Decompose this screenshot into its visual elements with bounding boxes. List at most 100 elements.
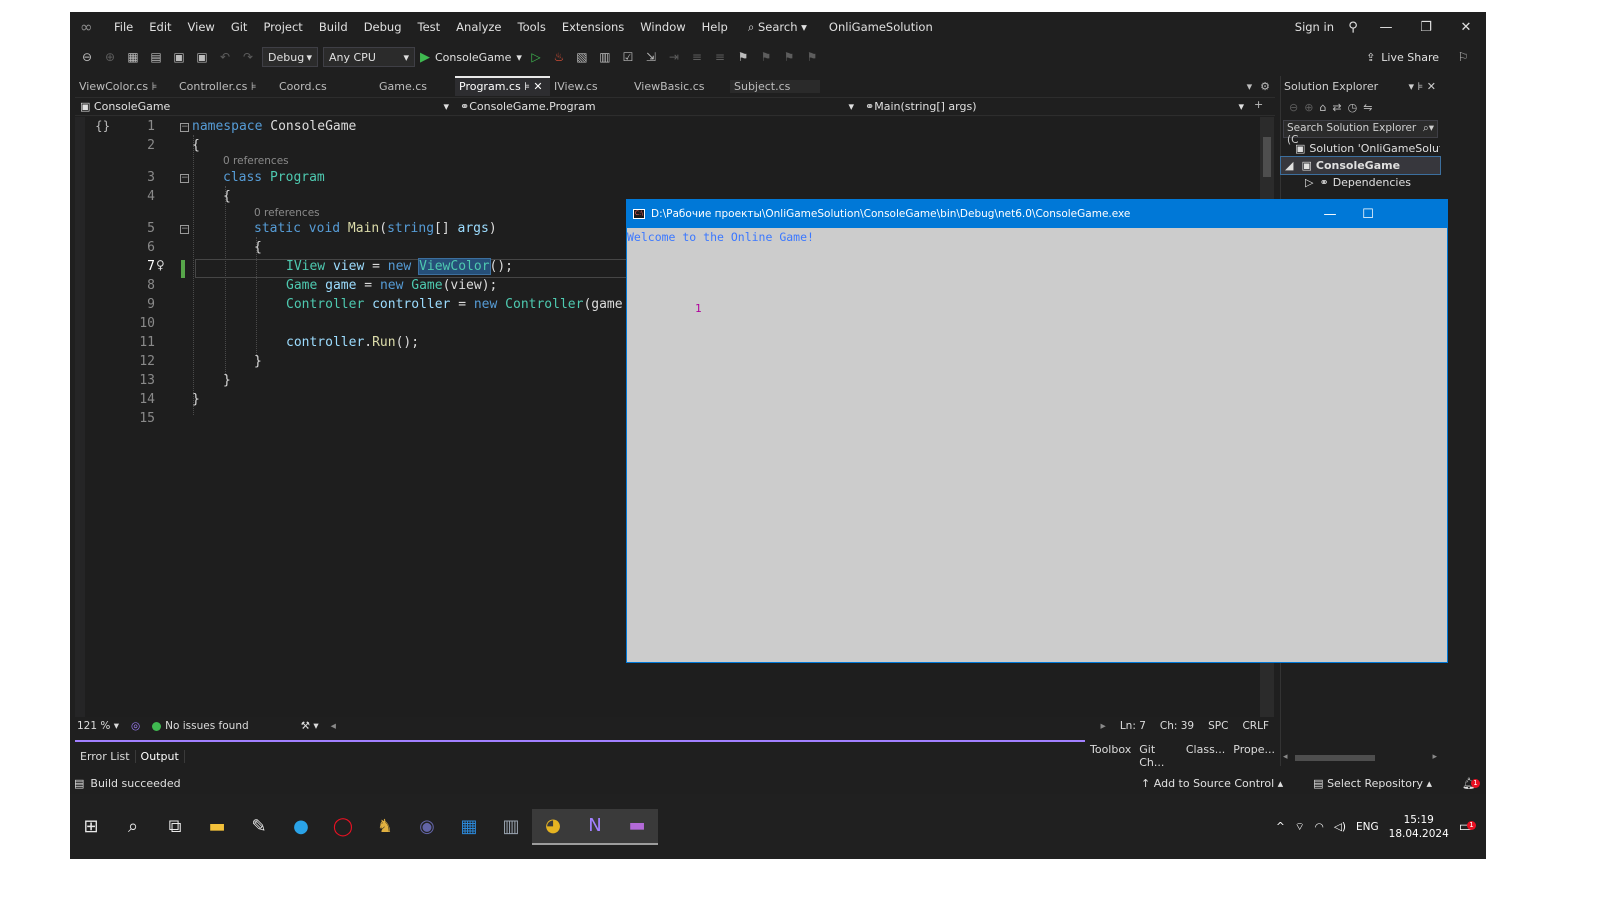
- navigate-back-icon[interactable]: ⊖: [78, 50, 96, 64]
- collapse-icon[interactable]: −: [180, 123, 189, 132]
- menu-git[interactable]: Git: [223, 20, 256, 34]
- collapse-icon[interactable]: −: [180, 174, 189, 183]
- console-title-bar[interactable]: C:\ D:\Рабочие проекты\OnliGameSolution\…: [627, 200, 1447, 228]
- menu-analyze[interactable]: Analyze: [448, 20, 509, 34]
- zoom-level[interactable]: 121 % ▾: [77, 720, 119, 732]
- tab-properties[interactable]: Prope...: [1233, 743, 1275, 769]
- scroll-right-icon[interactable]: ▸: [1432, 752, 1437, 762]
- collapsed-arrow-icon[interactable]: ▷: [1305, 176, 1313, 189]
- line-indicator[interactable]: Ln: 7: [1120, 720, 1146, 732]
- line-ending-indicator[interactable]: CRLF: [1242, 720, 1269, 732]
- close-button[interactable]: ✕: [1446, 20, 1486, 35]
- scrollbar-thumb[interactable]: [1295, 755, 1375, 761]
- dev-app-icon[interactable]: ✎: [238, 809, 280, 845]
- codelens-references[interactable]: 0 references: [223, 155, 289, 167]
- hot-reload-icon[interactable]: ♨: [550, 50, 568, 64]
- type-dropdown[interactable]: ⚭ConsoleGame.Program ▾: [455, 98, 860, 115]
- menu-file[interactable]: File: [106, 20, 141, 34]
- pin-icon[interactable]: ⊧: [152, 80, 158, 93]
- visual-studio-icon[interactable]: N: [574, 808, 616, 845]
- settings-gear-icon[interactable]: ⚙: [1260, 80, 1270, 93]
- save-icon[interactable]: ▣: [170, 50, 188, 64]
- solution-explorer-hscroll[interactable]: ◂ ▸: [1281, 752, 1439, 764]
- sync-icon[interactable]: ⇋: [1363, 101, 1372, 114]
- bookmark-prev-icon[interactable]: ⚑: [757, 50, 775, 64]
- save-all-icon[interactable]: ▣: [193, 50, 211, 64]
- close-tab-icon[interactable]: ✕: [533, 80, 542, 93]
- undo-icon[interactable]: ↶: [216, 50, 234, 64]
- opera-icon[interactable]: ◯: [322, 809, 364, 845]
- edge-icon[interactable]: ●: [280, 809, 322, 845]
- tab-output[interactable]: Output: [136, 749, 185, 763]
- solution-explorer-search-input[interactable]: Search Solution Explorer (C ⌕▾: [1283, 120, 1438, 146]
- new-project-icon[interactable]: ▦: [124, 50, 142, 64]
- tab-program[interactable]: Program.cs ⊧ ✕: [455, 76, 550, 96]
- cleanup-icon[interactable]: ⚒ ▾: [301, 720, 319, 732]
- wifi-icon[interactable]: ◠: [1315, 821, 1324, 833]
- chrome-icon[interactable]: ◕: [532, 808, 574, 845]
- calendar-icon[interactable]: ▦: [448, 809, 490, 845]
- pin-icon[interactable]: ⊧: [251, 80, 257, 93]
- pin-icon[interactable]: ⊧: [1418, 80, 1424, 93]
- clock[interactable]: 15:19 18.04.2024: [1389, 813, 1449, 841]
- tab-viewbasic[interactable]: ViewBasic.cs: [630, 80, 730, 93]
- tab-coord[interactable]: Coord.cs: [275, 80, 375, 93]
- menu-edit[interactable]: Edit: [141, 20, 179, 34]
- file-explorer-icon[interactable]: ▬: [196, 809, 238, 845]
- maximize-button[interactable]: ☐: [1349, 207, 1387, 222]
- tab-git-changes[interactable]: Git Ch...: [1139, 743, 1178, 769]
- menu-tools[interactable]: Tools: [510, 20, 554, 34]
- select-repository-button[interactable]: ▤ Select Repository ▴: [1313, 777, 1432, 790]
- scroll-left-icon[interactable]: ◂: [331, 720, 336, 732]
- task-view-icon[interactable]: ⧉: [154, 809, 196, 845]
- menu-help[interactable]: Help: [694, 20, 736, 34]
- tree-item-solution[interactable]: ▣ Solution 'OnliGameSolution': [1281, 140, 1440, 157]
- tab-error-list[interactable]: Error List: [75, 749, 136, 763]
- step-icon[interactable]: ⇲: [642, 50, 660, 64]
- bookmark-icon[interactable]: ⚑: [734, 50, 752, 64]
- whitespace-indicator[interactable]: SPC: [1208, 720, 1228, 732]
- comment-icon[interactable]: ≡: [688, 50, 706, 64]
- volume-icon[interactable]: ◁): [1334, 821, 1346, 833]
- show-hidden-icons-icon[interactable]: ^: [1276, 821, 1285, 833]
- feedback-icon[interactable]: ⚐: [1454, 50, 1472, 64]
- switch-views-icon[interactable]: ⇄: [1332, 101, 1341, 114]
- menu-view[interactable]: View: [180, 20, 223, 34]
- sign-in-link[interactable]: Sign in: [1289, 20, 1340, 34]
- console-window[interactable]: C:\ D:\Рабочие проекты\OnliGameSolution\…: [626, 199, 1448, 663]
- back-icon[interactable]: ⊖: [1289, 101, 1298, 114]
- tab-iview[interactable]: IView.cs: [550, 80, 630, 93]
- tree-item-project[interactable]: ◢ ▣ ConsoleGame: [1280, 156, 1441, 175]
- search-icon[interactable]: ⌕: [112, 809, 154, 845]
- issues-indicator[interactable]: No issues found: [152, 720, 249, 732]
- start-debugging-button[interactable]: ▶ ConsoleGame ▾: [420, 50, 522, 65]
- chevron-down-icon[interactable]: ▾: [1409, 80, 1415, 93]
- teams-icon[interactable]: ◉: [406, 809, 448, 845]
- tree-item-dependencies[interactable]: ▷ ⚭ Dependencies: [1281, 174, 1440, 191]
- game-app-icon[interactable]: ♞: [364, 809, 406, 845]
- forward-icon[interactable]: ⊕: [1304, 101, 1313, 114]
- language-indicator[interactable]: ENG: [1356, 821, 1379, 833]
- indent-icon[interactable]: ⇥: [665, 50, 683, 64]
- account-icon[interactable]: ⚲: [1340, 20, 1366, 35]
- console-icon[interactable]: ▬: [616, 808, 658, 845]
- menu-extensions[interactable]: Extensions: [554, 20, 632, 34]
- windows-start-icon[interactable]: ⊞: [70, 809, 112, 845]
- network-icon[interactable]: ⌔: [1295, 820, 1305, 834]
- bookmark-clear-icon[interactable]: ⚑: [803, 50, 821, 64]
- menu-window[interactable]: Window: [632, 20, 693, 34]
- tab-overflow-icon[interactable]: ▾: [1247, 80, 1253, 93]
- member-dropdown[interactable]: ⚭Main(string[] args) ▾: [860, 98, 1250, 115]
- action-center-icon[interactable]: ▭ 1: [1459, 819, 1476, 835]
- home-icon[interactable]: ⌂: [1319, 101, 1326, 114]
- codelens-references[interactable]: 0 references: [254, 207, 320, 219]
- copilot-icon[interactable]: ◎: [131, 720, 140, 732]
- open-file-icon[interactable]: ▤: [147, 50, 165, 64]
- bookmark-next-icon[interactable]: ⚑: [780, 50, 798, 64]
- uncomment-icon[interactable]: ≡: [711, 50, 729, 64]
- scroll-right-icon[interactable]: ▸: [1101, 720, 1106, 732]
- menu-debug[interactable]: Debug: [356, 20, 410, 34]
- tab-game[interactable]: Game.cs: [375, 80, 455, 93]
- column-indicator[interactable]: Ch: 39: [1160, 720, 1194, 732]
- scroll-left-icon[interactable]: ◂: [1283, 752, 1288, 762]
